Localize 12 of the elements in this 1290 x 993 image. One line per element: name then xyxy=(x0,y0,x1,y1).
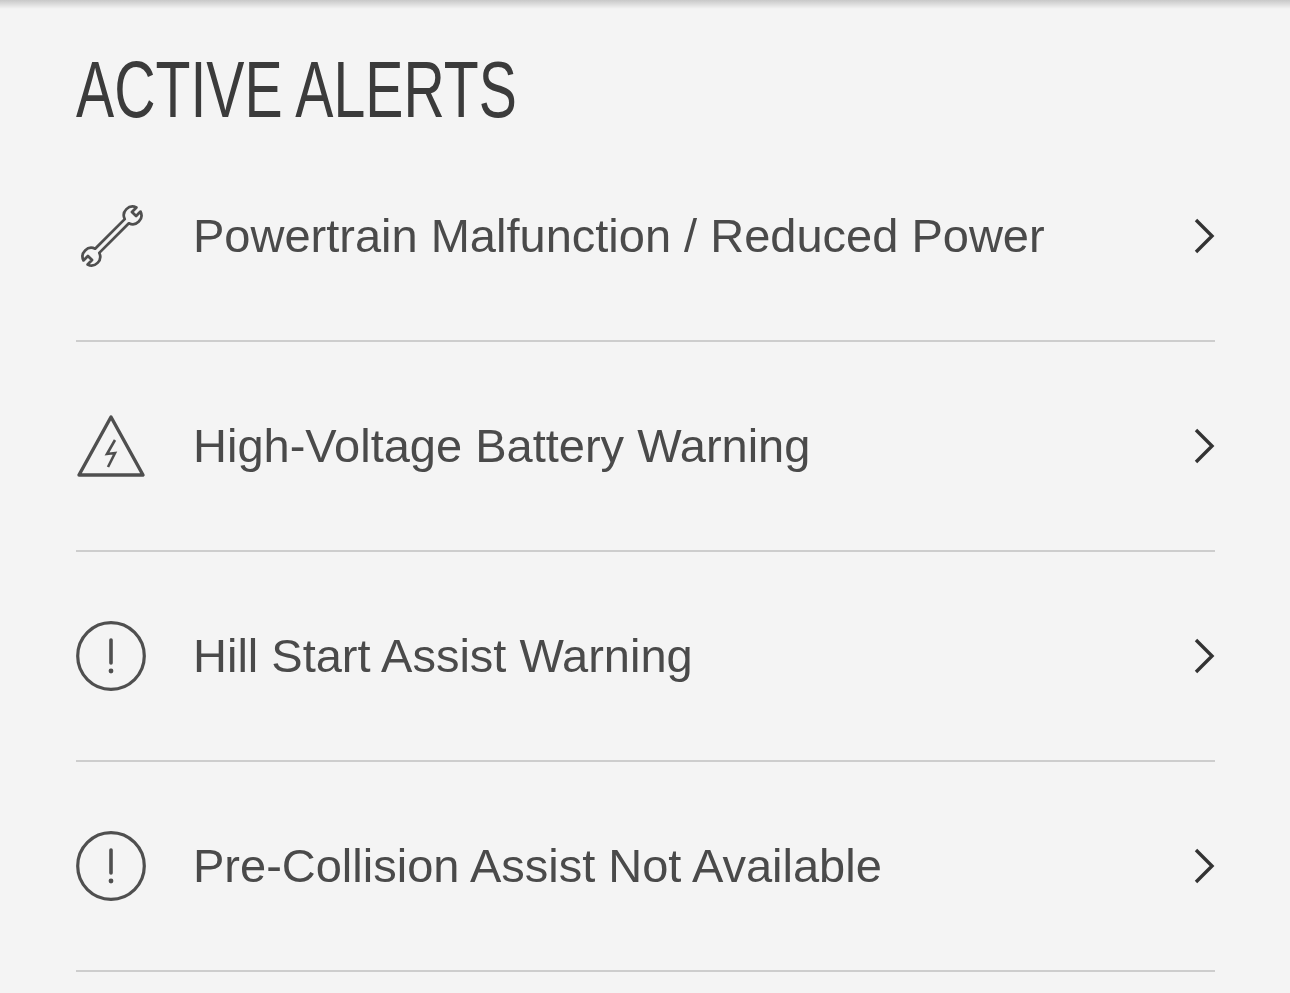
chevron-right-icon[interactable] xyxy=(1193,637,1215,675)
alert-title[interactable]: Powertrain Malfunction / Reduced Power xyxy=(193,208,1193,264)
chevron-right-icon[interactable] xyxy=(1193,847,1215,885)
alert-title[interactable]: Pre-Collision Assist Not Available xyxy=(193,838,1193,894)
alert-title[interactable]: High-Voltage Battery Warning xyxy=(193,418,1193,474)
chevron-right-icon[interactable] xyxy=(1193,427,1215,465)
exclamation-circle-icon xyxy=(76,621,146,691)
page-title: ACTIVE ALERTS xyxy=(76,50,517,130)
alert-title[interactable]: Hill Start Assist Warning xyxy=(193,628,1193,684)
chevron-right-icon[interactable] xyxy=(1193,217,1215,255)
warning-bolt-icon xyxy=(76,414,146,478)
exclamation-circle-icon xyxy=(76,831,146,901)
